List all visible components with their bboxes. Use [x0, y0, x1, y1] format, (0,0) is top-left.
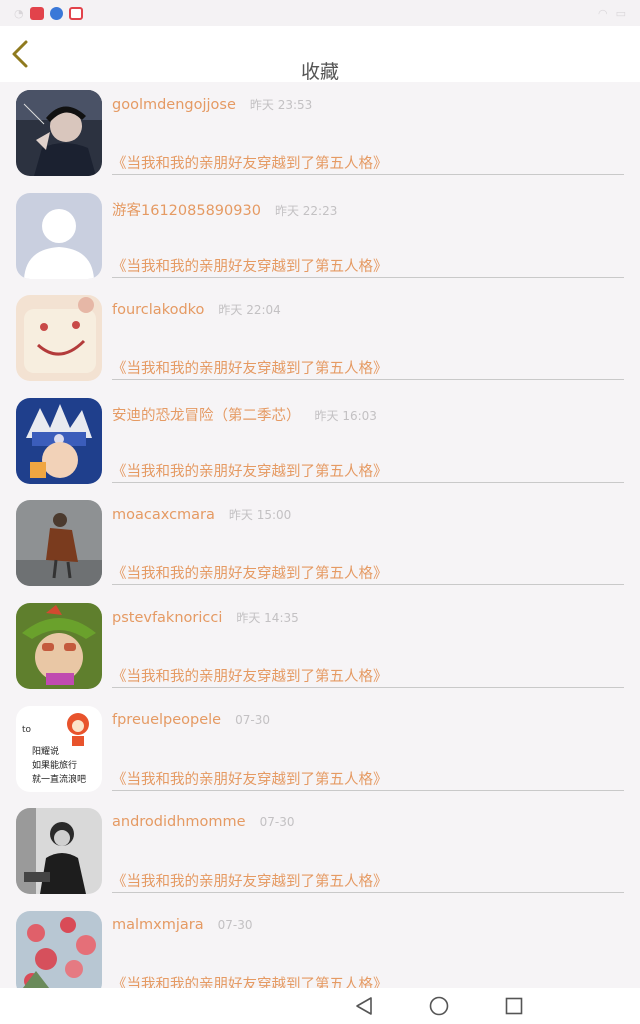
- username[interactable]: 游客1612085890930: [112, 203, 261, 219]
- signal-icon: ◔: [14, 6, 24, 20]
- favorites-list: goolmdengojjose 昨天 23:53 《当我和我的亲朋好友穿越到了第五…: [0, 82, 640, 988]
- list-item[interactable]: moacaxcmara 昨天 15:00 《当我和我的亲朋好友穿越到了第五人格》: [0, 492, 640, 595]
- username[interactable]: 安迪的恐龙冒险（第二季芯）: [112, 408, 301, 424]
- favorite-title[interactable]: 《当我和我的亲朋好友穿越到了第五人格》: [112, 255, 388, 276]
- username[interactable]: goolmdengojjose: [112, 97, 236, 113]
- username[interactable]: moacaxcmara: [112, 507, 215, 523]
- nav-back-button[interactable]: [353, 995, 375, 1017]
- timestamp: 昨天 22:23: [274, 203, 338, 218]
- username[interactable]: fourclakodko: [112, 302, 204, 318]
- list-item[interactable]: malmxmjara 07-30 《当我和我的亲朋好友穿越到了第五人格》: [0, 903, 640, 988]
- divider: [112, 892, 624, 894]
- avatar[interactable]: [16, 500, 102, 587]
- notification-browser-icon: [49, 6, 63, 20]
- timestamp: 昨天 22:04: [218, 303, 281, 318]
- favorite-title[interactable]: 《当我和我的亲朋好友穿越到了第五人格》: [112, 152, 388, 173]
- timestamp: 昨天 23:53: [249, 98, 313, 112]
- divider: [112, 276, 624, 278]
- avatar-sticker-text: 如果能旅行: [32, 759, 77, 771]
- list-item[interactable]: to 阳耀说 如果能旅行 就一直流浪吧 fpreuelpeopele 07-30 …: [0, 698, 640, 801]
- status-bar: ◔ ◠ ▭: [0, 0, 640, 26]
- square-recent-icon: [505, 997, 523, 1015]
- page-title: 收藏: [300, 61, 339, 83]
- divider: [112, 481, 624, 483]
- username[interactable]: malmxmjara: [112, 917, 204, 933]
- username[interactable]: pstevfaknoricci: [112, 610, 222, 626]
- system-nav-bar: [0, 988, 640, 1024]
- nav-home-button[interactable]: [428, 995, 450, 1017]
- username[interactable]: fpreuelpeopele: [112, 712, 221, 728]
- favorite-title[interactable]: 《当我和我的亲朋好友穿越到了第五人格》: [112, 870, 388, 891]
- divider: [112, 686, 624, 688]
- favorite-title[interactable]: 《当我和我的亲朋好友穿越到了第五人格》: [112, 973, 388, 988]
- avatar[interactable]: [16, 397, 102, 484]
- list-item[interactable]: 游客1612085890930 昨天 22:23 《当我和我的亲朋好友穿越到了第五…: [0, 185, 640, 288]
- avatar[interactable]: [16, 192, 102, 279]
- battery-icon: ▭: [615, 6, 626, 20]
- timestamp: 07-30: [235, 712, 270, 727]
- avatar[interactable]: [16, 295, 102, 382]
- avatar-sticker-text: to: [22, 725, 32, 735]
- nav-recent-button[interactable]: [503, 995, 525, 1017]
- avatar[interactable]: [16, 90, 102, 176]
- timestamp: 昨天 16:03: [314, 408, 377, 423]
- avatar-sticker-text: 阳耀说: [32, 745, 59, 757]
- notification-app-icon: [29, 6, 44, 20]
- circle-home-icon: [429, 996, 449, 1016]
- avatar[interactable]: [16, 808, 102, 895]
- list-item[interactable]: 安迪的恐龙冒险（第二季芯） 昨天 16:03 《当我和我的亲朋好友穿越到了第五人格…: [0, 390, 640, 493]
- divider: [112, 789, 624, 791]
- avatar[interactable]: [16, 910, 102, 988]
- favorite-title[interactable]: 《当我和我的亲朋好友穿越到了第五人格》: [112, 562, 388, 583]
- favorite-title[interactable]: 《当我和我的亲朋好友穿越到了第五人格》: [112, 665, 388, 686]
- username[interactable]: androdidhmomme: [112, 814, 246, 830]
- wifi-icon: ◠: [597, 6, 608, 20]
- divider: [112, 379, 624, 381]
- header: 收藏: [0, 26, 640, 83]
- timestamp: 07-30: [217, 917, 253, 932]
- divider: [112, 174, 624, 175]
- timestamp: 07-30: [259, 815, 295, 830]
- avatar[interactable]: to 阳耀说 如果能旅行 就一直流浪吧: [16, 705, 102, 792]
- notification-app2-icon: [68, 6, 83, 20]
- list-item[interactable]: pstevfaknoricci 昨天 14:35 《当我和我的亲朋好友穿越到了第五…: [0, 595, 640, 698]
- list-item[interactable]: fourclakodko 昨天 22:04 《当我和我的亲朋好友穿越到了第五人格》: [0, 287, 640, 390]
- triangle-back-icon: [356, 997, 372, 1015]
- list-item[interactable]: goolmdengojjose 昨天 23:53 《当我和我的亲朋好友穿越到了第五…: [0, 82, 640, 185]
- timestamp: 昨天 14:35: [236, 610, 299, 625]
- avatar[interactable]: [16, 602, 102, 689]
- favorite-title[interactable]: 《当我和我的亲朋好友穿越到了第五人格》: [112, 460, 388, 481]
- favorite-title[interactable]: 《当我和我的亲朋好友穿越到了第五人格》: [112, 357, 388, 378]
- timestamp: 昨天 15:00: [228, 508, 292, 523]
- favorite-title[interactable]: 《当我和我的亲朋好友穿越到了第五人格》: [112, 768, 388, 789]
- divider: [112, 584, 624, 586]
- list-item[interactable]: androdidhmomme 07-30 《当我和我的亲朋好友穿越到了第五人格》: [0, 800, 640, 903]
- avatar-sticker-text: 就一直流浪吧: [32, 773, 86, 785]
